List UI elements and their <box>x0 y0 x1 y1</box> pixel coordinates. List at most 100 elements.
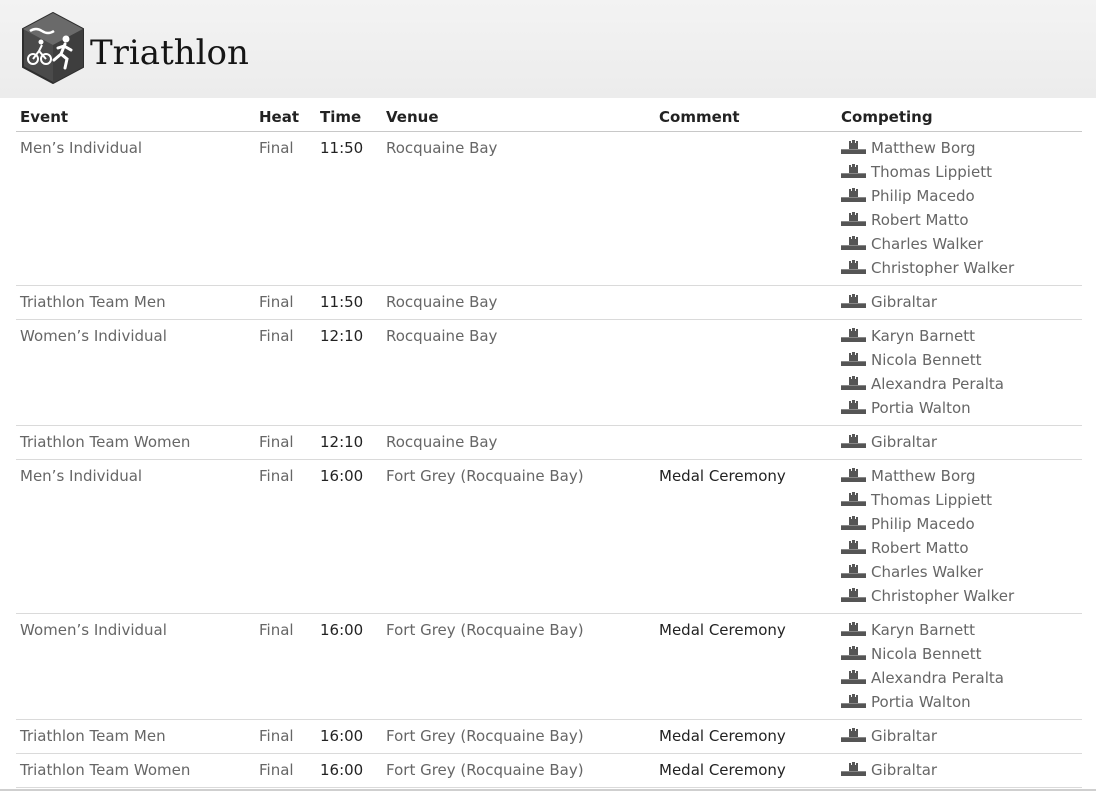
gibraltar-flag-icon <box>841 516 866 530</box>
competitor-name: Christopher Walker <box>871 259 1015 277</box>
competitor-item: Christopher Walker <box>841 587 1078 605</box>
table-row: Women’s Individual Final 16:00 Fort Grey (R… <box>16 613 1082 720</box>
time-cell: 12:10 <box>316 425 382 460</box>
table-row: Triathlon Team Women Final 16:00 Fort Grey … <box>16 753 1082 788</box>
competing-cell: Gibraltar <box>837 753 1082 788</box>
competitor-list: Gibraltar <box>841 293 1078 311</box>
event-cell: Women’s Individual <box>16 319 255 426</box>
table-row: Triathlon Team Men Final 11:50 Rocquaine Ba… <box>16 285 1082 320</box>
gibraltar-flag-icon <box>841 352 866 366</box>
heat-cell: Final <box>255 613 316 720</box>
comment-cell: Medal Ceremony <box>655 459 837 614</box>
gibraltar-flag-icon <box>841 646 866 660</box>
competitor-list: Gibraltar <box>841 727 1078 745</box>
gibraltar-flag-icon <box>841 492 866 506</box>
competitor-name: Robert Matto <box>871 539 969 557</box>
gibraltar-flag-icon <box>841 622 866 636</box>
competitor-name: Alexandra Peralta <box>871 669 1004 687</box>
gibraltar-flag-icon <box>841 564 866 578</box>
competitor-item: Gibraltar <box>841 761 1078 779</box>
page-bottom-border <box>0 789 1096 791</box>
competing-cell: Karyn Barnett Nicola Bennett Alexandra Per… <box>837 319 1082 426</box>
competitor-item: Matthew Borg <box>841 467 1078 491</box>
comment-cell <box>655 425 837 460</box>
page-title: Triathlon <box>90 33 249 73</box>
venue-cell: Rocquaine Bay <box>382 285 655 320</box>
competitor-item: Christopher Walker <box>841 259 1078 277</box>
venue-cell: Rocquaine Bay <box>382 131 655 286</box>
competitor-name: Charles Walker <box>871 563 984 581</box>
schedule-table: Event Heat Time Venue Comment Competing … <box>16 104 1082 788</box>
column-header-comment: Comment <box>655 104 837 132</box>
competing-cell: Matthew Borg Thomas Lippiett Philip Macedo… <box>837 131 1082 286</box>
competitor-name: Nicola Bennett <box>871 351 982 369</box>
time-cell: 16:00 <box>316 753 382 788</box>
venue-cell: Fort Grey (Rocquaine Bay) <box>382 459 655 614</box>
competitor-item: Gibraltar <box>841 293 1078 311</box>
event-cell: Triathlon Team Women <box>16 425 255 460</box>
competitor-item: Nicola Bennett <box>841 645 1078 669</box>
competitor-name: Gibraltar <box>871 761 938 779</box>
competitor-item: Thomas Lippiett <box>841 491 1078 515</box>
competing-cell: Karyn Barnett Nicola Bennett Alexandra Per… <box>837 613 1082 720</box>
heat-cell: Final <box>255 719 316 754</box>
table-row: Triathlon Team Men Final 16:00 Fort Grey (R… <box>16 719 1082 754</box>
table-row: Men’s Individual Final 16:00 Fort Grey (Roc… <box>16 459 1082 614</box>
event-cell: Triathlon Team Men <box>16 285 255 320</box>
column-header-event: Event <box>16 104 255 132</box>
page-header: Triathlon <box>0 0 1096 98</box>
gibraltar-flag-icon <box>841 762 866 776</box>
column-header-competing: Competing <box>837 104 1082 132</box>
time-cell: 11:50 <box>316 131 382 286</box>
competitor-list: Gibraltar <box>841 761 1078 779</box>
event-cell: Men’s Individual <box>16 459 255 614</box>
event-cell: Triathlon Team Women <box>16 753 255 788</box>
competitor-name: Karyn Barnett <box>871 327 975 345</box>
competitor-item: Gibraltar <box>841 433 1078 451</box>
competitor-item: Matthew Borg <box>841 139 1078 163</box>
column-header-venue: Venue <box>382 104 655 132</box>
gibraltar-flag-icon <box>841 294 866 308</box>
competitor-item: Portia Walton <box>841 693 1078 711</box>
gibraltar-flag-icon <box>841 540 866 554</box>
gibraltar-flag-icon <box>841 188 866 202</box>
competitor-name: Robert Matto <box>871 211 969 229</box>
competitor-item: Thomas Lippiett <box>841 163 1078 187</box>
competitor-item: Philip Macedo <box>841 515 1078 539</box>
competitor-item: Karyn Barnett <box>841 621 1078 645</box>
competitor-name: Philip Macedo <box>871 515 975 533</box>
gibraltar-flag-icon <box>841 588 866 602</box>
venue-cell: Fort Grey (Rocquaine Bay) <box>382 753 655 788</box>
competitor-name: Matthew Borg <box>871 467 976 485</box>
competitor-name: Nicola Bennett <box>871 645 982 663</box>
time-cell: 12:10 <box>316 319 382 426</box>
competing-cell: Matthew Borg Thomas Lippiett Philip Macedo… <box>837 459 1082 614</box>
competitor-name: Christopher Walker <box>871 587 1015 605</box>
competitor-item: Charles Walker <box>841 235 1078 259</box>
comment-cell <box>655 319 837 426</box>
competitor-list: Matthew Borg Thomas Lippiett Philip Macedo… <box>841 139 1078 277</box>
time-cell: 16:00 <box>316 719 382 754</box>
competitor-name: Gibraltar <box>871 433 938 451</box>
event-cell: Men’s Individual <box>16 131 255 286</box>
competitor-name: Gibraltar <box>871 727 938 745</box>
competing-cell: Gibraltar <box>837 285 1082 320</box>
competitor-name: Alexandra Peralta <box>871 375 1004 393</box>
event-cell: Triathlon Team Men <box>16 719 255 754</box>
gibraltar-flag-icon <box>841 164 866 178</box>
comment-cell: Medal Ceremony <box>655 753 837 788</box>
gibraltar-flag-icon <box>841 260 866 274</box>
competitor-item: Charles Walker <box>841 563 1078 587</box>
competitor-name: Portia Walton <box>871 399 971 417</box>
gibraltar-flag-icon <box>841 434 866 448</box>
time-cell: 16:00 <box>316 459 382 614</box>
competitor-item: Karyn Barnett <box>841 327 1078 351</box>
competitor-list: Gibraltar <box>841 433 1078 451</box>
competitor-list: Matthew Borg Thomas Lippiett Philip Macedo… <box>841 467 1078 605</box>
time-cell: 11:50 <box>316 285 382 320</box>
competitor-item: Robert Matto <box>841 539 1078 563</box>
triathlon-logo-icon <box>22 12 84 84</box>
comment-cell <box>655 131 837 286</box>
comment-cell: Medal Ceremony <box>655 719 837 754</box>
gibraltar-flag-icon <box>841 728 866 742</box>
